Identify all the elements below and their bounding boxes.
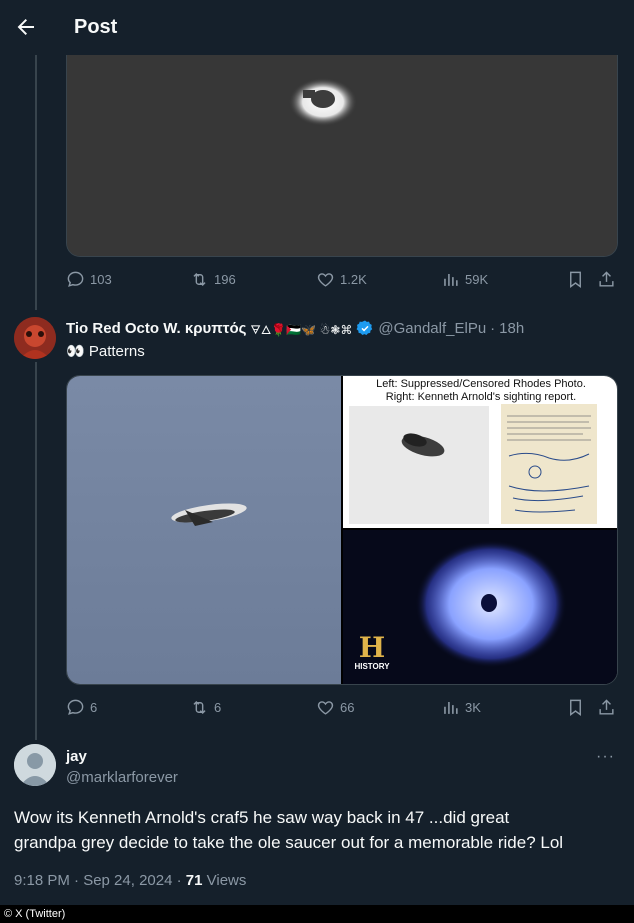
- author-display-name[interactable]: Tio Red Octo W. κρυπτός: [66, 320, 246, 337]
- reply-view-count: 71: [185, 872, 203, 889]
- reply-avatar[interactable]: [14, 744, 56, 786]
- reply-text-line-2: grandpa grey decide to take the ole sauc…: [14, 833, 564, 852]
- views-button[interactable]: 3K: [441, 698, 481, 717]
- like-button[interactable]: 66: [316, 698, 354, 717]
- ufo-photo-graphic: [67, 40, 617, 256]
- share-button[interactable]: [597, 698, 621, 717]
- avatar-image: [14, 317, 56, 359]
- post-media-grid: Left: Suppressed/Censored Rhodes Photo. …: [66, 375, 618, 685]
- reply-button[interactable]: 103: [66, 270, 112, 289]
- reply-views-label: Views: [206, 872, 247, 889]
- reply-count: 103: [90, 272, 112, 287]
- analytics-icon: [444, 273, 458, 286]
- like-count: 66: [340, 700, 355, 715]
- repost-count: 6: [214, 700, 222, 715]
- bookmark-icon: [570, 699, 581, 717]
- post-text-body: Patterns: [88, 343, 145, 360]
- reply-meta: 9:18 PM · Sep 24, 2024 · 71 Views: [14, 872, 246, 889]
- thread-line-middle: [35, 362, 37, 740]
- share-button[interactable]: [597, 270, 621, 289]
- reply-count: 6: [90, 700, 98, 715]
- eyes-emoji: 👀: [66, 343, 85, 360]
- share-icon: [599, 699, 614, 715]
- thread-line-top: [35, 55, 37, 310]
- reply-icon: [67, 699, 84, 715]
- reply-icon: [67, 271, 84, 287]
- repost-icon: [193, 272, 206, 287]
- repost-button[interactable]: 196: [190, 270, 236, 289]
- history-logo-text: HISTORY: [354, 662, 390, 671]
- rhodes-and-report-graphic: [349, 404, 597, 524]
- reply-author-handle[interactable]: @marklarforever: [66, 769, 178, 786]
- default-avatar-icon: [14, 744, 56, 786]
- history-clip-image[interactable]: H HISTORY: [343, 530, 617, 684]
- bookmark-icon: [570, 271, 581, 289]
- view-count: 3K: [465, 700, 481, 715]
- reply-text-line-1: Wow its Kenneth Arnold's craf5 he saw wa…: [14, 808, 510, 827]
- heart-icon: [317, 273, 334, 287]
- history-logo: H HISTORY: [349, 634, 395, 672]
- repost-button[interactable]: 6: [190, 698, 221, 717]
- heart-icon: [317, 701, 334, 715]
- view-count: 59K: [465, 272, 489, 287]
- avatar[interactable]: [14, 317, 56, 359]
- reply-timestamp[interactable]: 9:18 PM · Sep 24, 2024 ·: [14, 872, 182, 889]
- share-icon: [599, 271, 614, 287]
- post-actions: 6 6 66 3K: [66, 698, 618, 722]
- reply-text: Wow its Kenneth Arnold's craf5 he saw wa…: [14, 805, 624, 855]
- post-time[interactable]: 18h: [499, 320, 524, 337]
- reply-button[interactable]: 6: [66, 698, 97, 717]
- like-count: 1.2K: [340, 272, 367, 287]
- like-button[interactable]: 1.2K: [316, 270, 367, 289]
- author-handle[interactable]: @Gandalf_ElPu: [378, 320, 486, 337]
- bookmark-button[interactable]: [566, 270, 590, 289]
- analytics-icon: [444, 701, 458, 714]
- back-arrow-icon[interactable]: [14, 15, 38, 39]
- post-author-row: Tio Red Octo W. κρυπτός 🜃🜂🌹🇵🇸🦋 ☃❃⌘ @Gand…: [66, 318, 626, 338]
- saucer-sky-graphic: [67, 376, 341, 684]
- bookmark-button[interactable]: [566, 698, 590, 717]
- page-title: Post: [74, 16, 118, 38]
- rhodes-photo[interactable]: [67, 376, 341, 684]
- repost-icon: [193, 700, 206, 715]
- reply-author-name[interactable]: jay: [66, 748, 87, 765]
- image-credit: © X (Twitter): [0, 905, 634, 923]
- previous-post-actions: 103 196 1.2K 59K: [66, 270, 618, 294]
- views-button[interactable]: 59K: [441, 270, 488, 289]
- repost-count: 196: [214, 272, 236, 287]
- comparison-image[interactable]: Left: Suppressed/Censored Rhodes Photo. …: [343, 376, 617, 528]
- name-emoji: 🜃🜂🌹🇵🇸🦋 ☃❃⌘: [250, 322, 353, 337]
- verified-badge-icon: [356, 320, 373, 336]
- separator-dot: ·: [490, 319, 496, 337]
- more-options-icon[interactable]: ···: [596, 748, 615, 766]
- previous-post-image[interactable]: [66, 40, 618, 257]
- top-bar: Post: [0, 0, 634, 55]
- post-text: 👀 Patterns: [66, 342, 145, 360]
